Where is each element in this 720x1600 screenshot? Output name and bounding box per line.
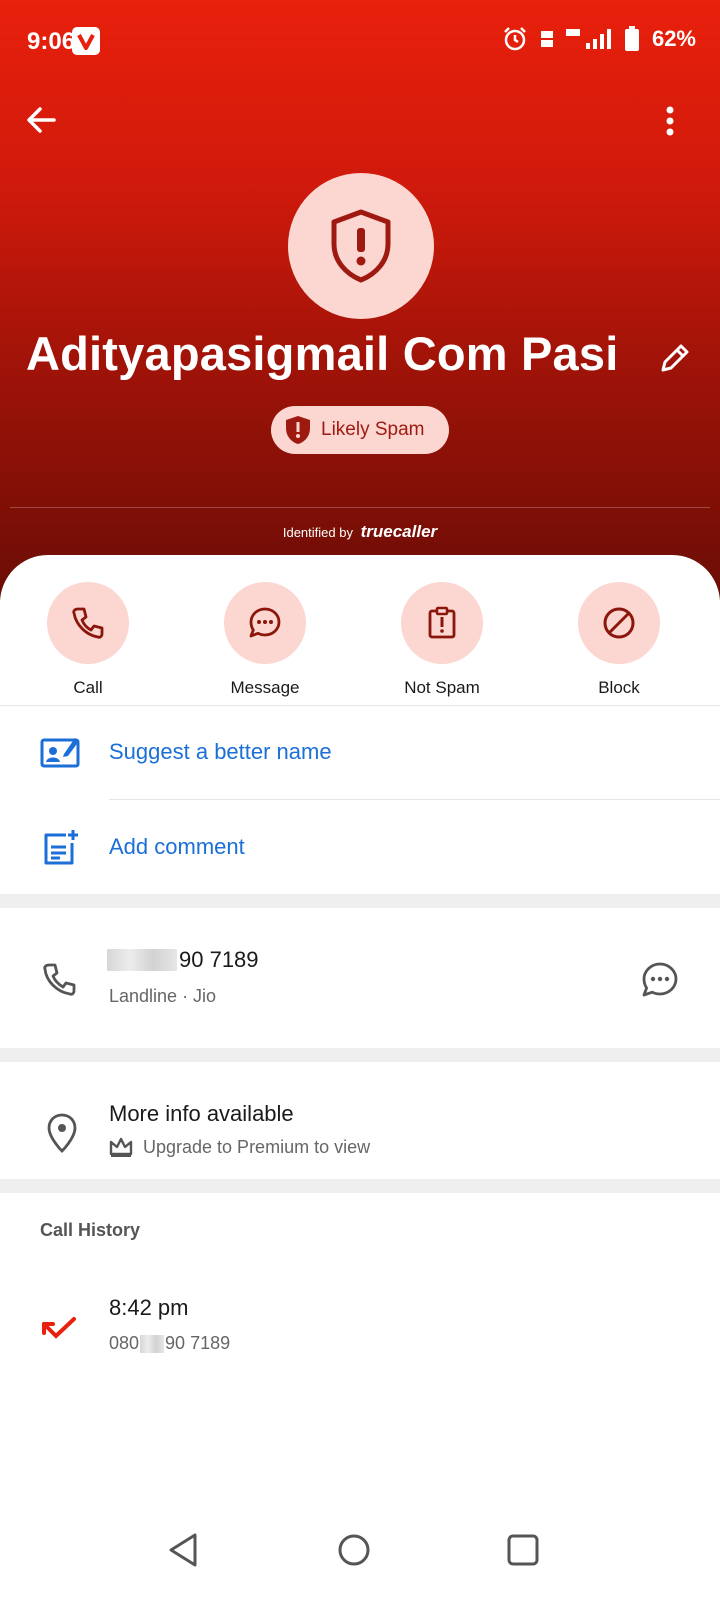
clipboard-alert-icon xyxy=(428,606,456,639)
add-comment-row[interactable]: Add comment xyxy=(0,802,720,892)
arrow-left-icon xyxy=(27,107,56,133)
phone-icon xyxy=(43,963,76,996)
section-divider xyxy=(0,1179,720,1193)
call-button[interactable] xyxy=(47,582,129,664)
identified-by: Identified by truecaller xyxy=(0,522,720,542)
block-button[interactable] xyxy=(578,582,660,664)
upgrade-hint-label: Upgrade to Premium to view xyxy=(143,1136,371,1157)
more-info-title: More info available xyxy=(109,1101,294,1126)
call-history-heading: Call History xyxy=(40,1220,141,1240)
triangle-back-icon xyxy=(169,1533,197,1567)
call-number-prefix: 080 xyxy=(109,1333,140,1353)
call-number-suffix: 90 7189 xyxy=(165,1333,231,1353)
phone-number-row[interactable]: 90 7189 Landline · Jio xyxy=(0,907,720,1037)
contact-name: Adityapasigmail Com Pasi xyxy=(26,327,619,380)
square-recents-icon xyxy=(507,1534,539,1566)
message-action[interactable]: Message xyxy=(185,582,345,698)
truecaller-logo: truecaller xyxy=(360,522,438,541)
suggest-name-icon xyxy=(40,738,80,768)
divider xyxy=(109,799,720,800)
chat-bubble-icon xyxy=(249,607,281,638)
more-options-button[interactable] xyxy=(660,102,680,142)
missed-call-icon xyxy=(42,1317,76,1339)
phone-number-visible: 90 7189 xyxy=(179,947,259,972)
call-label: Call xyxy=(73,678,103,697)
suggest-name-row[interactable]: Suggest a better name xyxy=(0,707,720,797)
upgrade-hint: Upgrade to Premium to view xyxy=(109,1136,370,1158)
call-number: 080 90 7189 xyxy=(109,1333,230,1354)
send-message-button[interactable] xyxy=(640,960,680,1000)
nav-back-button[interactable] xyxy=(165,1530,205,1570)
nav-home-button[interactable] xyxy=(334,1530,374,1570)
system-navigation-bar xyxy=(0,1500,720,1600)
signal-icon xyxy=(565,29,611,49)
identified-prefix: Identified by xyxy=(282,525,353,540)
location-pin-icon xyxy=(47,1113,77,1153)
not-spam-action[interactable]: Not Spam xyxy=(362,582,522,698)
spam-header: 9:06 62% Adityapasigmail Com Pasi Likely… xyxy=(0,0,720,600)
status-time: 9:06 xyxy=(27,28,76,55)
block-label: Block xyxy=(598,678,640,697)
action-row: Call Message Not Spam Block xyxy=(0,582,720,702)
redacted-digits xyxy=(107,949,177,971)
call-history-item[interactable]: 8:42 pm 080 90 7189 xyxy=(0,1275,720,1365)
add-comment-label: Add comment xyxy=(109,834,245,859)
divider xyxy=(0,705,720,706)
chat-bubble-icon xyxy=(642,962,678,997)
app-notification-icon xyxy=(72,27,100,55)
not-spam-label: Not Spam xyxy=(404,678,480,697)
spam-badge-label: Likely Spam xyxy=(321,419,425,440)
edit-name-button[interactable] xyxy=(657,340,693,376)
alarm-icon xyxy=(504,27,526,51)
section-divider xyxy=(0,894,720,908)
avatar xyxy=(288,173,434,319)
battery-percent: 62% xyxy=(651,26,696,51)
circle-home-icon xyxy=(338,1534,370,1566)
status-bar: 9:06 62% xyxy=(0,0,720,84)
battery-icon xyxy=(624,26,639,51)
phone-icon xyxy=(72,607,104,639)
status-icons: 62% xyxy=(502,26,696,52)
block-icon xyxy=(603,607,635,639)
phone-number: 90 7189 xyxy=(107,947,259,973)
section-divider xyxy=(0,1048,720,1062)
nav-recents-button[interactable] xyxy=(503,1530,543,1570)
block-action[interactable]: Block xyxy=(539,582,699,698)
call-action[interactable]: Call xyxy=(8,582,168,698)
message-button[interactable] xyxy=(224,582,306,664)
not-spam-button[interactable] xyxy=(401,582,483,664)
more-info-row[interactable]: More info available Upgrade to Premium t… xyxy=(0,1061,720,1181)
details-sheet: Call Message Not Spam Block Suggest a be… xyxy=(0,555,720,1600)
shield-alert-icon xyxy=(331,209,391,283)
pencil-icon xyxy=(661,344,689,372)
add-comment-icon xyxy=(44,830,78,865)
header-divider xyxy=(10,507,710,508)
shield-icon xyxy=(286,416,310,444)
phone-type: Landline · Jio xyxy=(109,986,217,1006)
call-time: 8:42 pm xyxy=(109,1295,189,1320)
spam-badge: Likely Spam xyxy=(271,406,449,454)
more-vert-icon xyxy=(666,106,674,136)
volte-icon xyxy=(540,31,553,47)
suggest-name-label: Suggest a better name xyxy=(109,739,332,764)
back-button[interactable] xyxy=(22,100,62,140)
redacted-digits xyxy=(140,1334,165,1353)
message-label: Message xyxy=(230,678,300,697)
crown-icon xyxy=(109,1137,133,1157)
